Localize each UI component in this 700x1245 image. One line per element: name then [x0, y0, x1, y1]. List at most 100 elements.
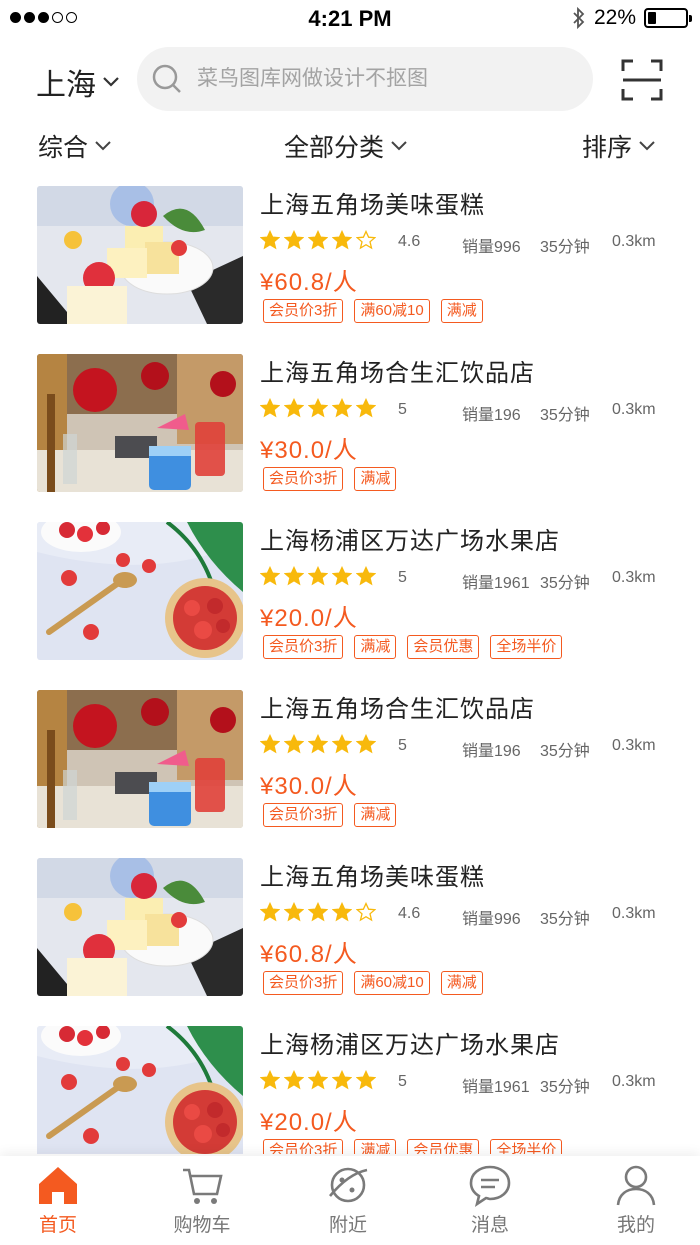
price-per-person: ¥60.8/人 [260, 941, 358, 968]
delivery-time: 35分钟 [540, 239, 590, 256]
promo-tag: 满减 [440, 971, 483, 995]
filter-sort-all[interactable]: 综合 [38, 128, 112, 164]
store-card[interactable]: 上海五角场合生汇饮品店 5 销量196 35分钟 0.3km ¥30.0/人 会… [0, 690, 700, 858]
promo-tag: 全场半价 [490, 635, 563, 659]
promo-tag: 会员价3折 [263, 1139, 344, 1154]
tab-user[interactable]: 我的 [586, 1162, 686, 1237]
distance: 0.3km [612, 1073, 656, 1090]
promo-tag: 会员价3折 [263, 299, 344, 323]
search-bar[interactable] [137, 47, 593, 111]
star-filled-icon [332, 1070, 352, 1090]
store-meta: 5 销量196 35分钟 0.3km [260, 734, 680, 760]
store-card[interactable]: 上海杨浦区万达广场水果店 5 销量1961 35分钟 0.3km ¥20.0/人… [0, 1026, 700, 1154]
tab-label: 附近 [328, 1215, 367, 1236]
store-info: 上海五角场合生汇饮品店 5 销量196 35分钟 0.3km ¥30.0/人 会… [260, 690, 680, 827]
price-per-person: ¥30.0/人 [260, 773, 358, 800]
scan-icon[interactable] [620, 58, 664, 102]
city-label: 上海 [36, 69, 96, 102]
bluetooth-icon [572, 6, 586, 30]
star-rating [260, 902, 376, 922]
delivery-time: 35分钟 [540, 575, 590, 592]
distance: 0.3km [612, 569, 656, 586]
delivery-time: 35分钟 [540, 1079, 590, 1096]
star-rating [260, 230, 376, 250]
store-card[interactable]: 上海五角场美味蛋糕 4.6 销量996 35分钟 0.3km ¥60.8/人 会… [0, 186, 700, 354]
store-meta: 5 销量1961 35分钟 0.3km [260, 1070, 680, 1096]
store-meta: 5 销量196 35分钟 0.3km [260, 398, 680, 424]
filter-category[interactable]: 全部分类 [284, 128, 408, 164]
rating-score: 4.6 [398, 905, 421, 922]
sales-count: 销量1961 [462, 575, 530, 592]
store-meta: 4.6 销量996 35分钟 0.3km [260, 902, 680, 928]
promo-tag: 会员价3折 [263, 803, 344, 827]
price-per-person: ¥20.0/人 [260, 605, 358, 632]
promo-tag: 全场半价 [490, 1139, 563, 1154]
tab-message[interactable]: 消息 [440, 1162, 540, 1237]
star-filled-icon [260, 1070, 280, 1090]
rating-score: 5 [398, 401, 407, 418]
chevron-down-icon [639, 141, 655, 151]
rating-score: 5 [398, 737, 407, 754]
promo-tag: 会员价3折 [263, 467, 344, 491]
store-name: 上海杨浦区万达广场水果店 [260, 528, 560, 555]
star-filled-icon [260, 230, 280, 250]
sales-count: 销量996 [462, 239, 521, 256]
promo-tag: 会员优惠 [407, 1139, 480, 1154]
filter-category-label: 全部分类 [284, 134, 385, 162]
star-filled-icon [356, 398, 376, 418]
promo-tag: 满减 [354, 803, 397, 827]
store-image[interactable] [37, 1026, 243, 1154]
tab-cart[interactable]: 购物车 [152, 1162, 252, 1237]
star-filled-icon [308, 230, 328, 250]
store-image[interactable] [37, 522, 243, 660]
store-name: 上海五角场合生汇饮品店 [260, 360, 535, 387]
star-rating [260, 734, 376, 754]
store-card[interactable]: 上海五角场合生汇饮品店 5 销量196 35分钟 0.3km ¥30.0/人 会… [0, 354, 700, 522]
store-image[interactable] [37, 354, 243, 492]
battery-icon [644, 8, 692, 28]
tab-planet[interactable]: 附近 [298, 1162, 398, 1237]
tab-bar: 首页 购物车 附近 消息 我的 [0, 1156, 700, 1245]
home-icon [8, 1162, 108, 1208]
distance: 0.3km [612, 905, 656, 922]
store-image[interactable] [37, 858, 243, 996]
tab-label: 消息 [470, 1215, 509, 1236]
promo-tag: 满减 [354, 635, 397, 659]
search-icon [152, 64, 181, 93]
store-info: 上海杨浦区万达广场水果店 5 销量1961 35分钟 0.3km ¥20.0/人… [260, 1026, 680, 1154]
tab-label: 首页 [38, 1215, 77, 1236]
message-icon [440, 1162, 540, 1208]
rating-score: 4.6 [398, 233, 421, 250]
search-input[interactable] [197, 67, 577, 91]
tab-home[interactable]: 首页 [8, 1162, 108, 1237]
rating-score: 5 [398, 1073, 407, 1090]
promo-tags: 会员价3折 满60减10 满减 [263, 971, 483, 995]
star-filled-icon [284, 566, 304, 586]
store-meta: 4.6 销量996 35分钟 0.3km [260, 230, 680, 256]
filter-order[interactable]: 排序 [582, 128, 656, 164]
store-name: 上海五角场合生汇饮品店 [260, 696, 535, 723]
status-right: 22% [572, 6, 692, 30]
city-selector[interactable]: 上海 [36, 60, 120, 104]
promo-tags: 会员价3折 满减 [263, 803, 397, 827]
distance: 0.3km [612, 737, 656, 754]
store-name: 上海杨浦区万达广场水果店 [260, 1032, 560, 1059]
store-image[interactable] [37, 690, 243, 828]
store-info: 上海五角场美味蛋糕 4.6 销量996 35分钟 0.3km ¥60.8/人 会… [260, 186, 680, 323]
star-filled-icon [332, 734, 352, 754]
promo-tags: 会员价3折 满60减10 满减 [263, 299, 483, 323]
store-image[interactable] [37, 186, 243, 324]
header: 上海 [0, 44, 700, 116]
sales-count: 销量1961 [462, 1079, 530, 1096]
star-filled-icon [356, 1070, 376, 1090]
store-card[interactable]: 上海五角场美味蛋糕 4.6 销量996 35分钟 0.3km ¥60.8/人 会… [0, 858, 700, 1026]
battery-percent: 22% [593, 6, 636, 29]
filter-order-label: 排序 [582, 134, 633, 162]
star-filled-icon [284, 902, 304, 922]
promo-tag: 会员价3折 [263, 971, 344, 995]
promo-tag: 满60减10 [354, 971, 430, 995]
rating-score: 5 [398, 569, 407, 586]
store-card[interactable]: 上海杨浦区万达广场水果店 5 销量1961 35分钟 0.3km ¥20.0/人… [0, 522, 700, 690]
star-filled-icon [332, 398, 352, 418]
star-filled-icon [332, 902, 352, 922]
